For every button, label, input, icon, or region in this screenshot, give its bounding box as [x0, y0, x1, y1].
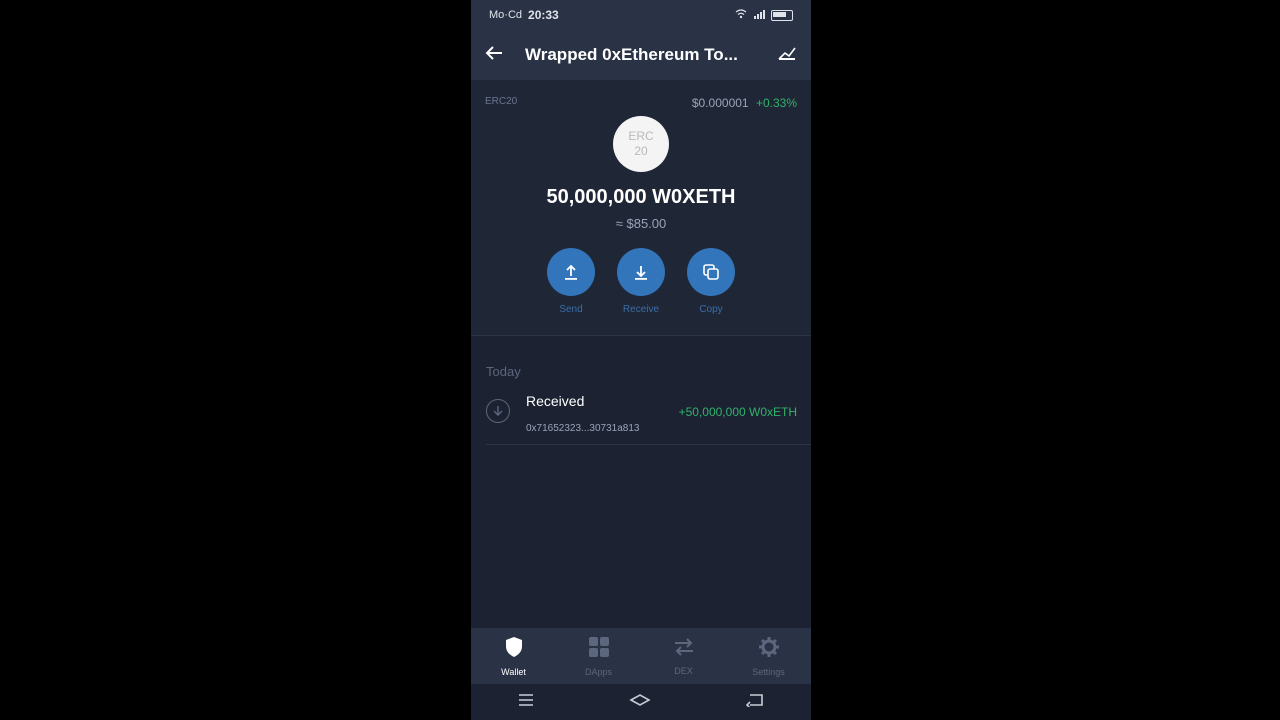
gear-icon: [758, 636, 780, 663]
transaction-type: Received: [526, 393, 585, 409]
app-bar: Wrapped 0xEthereum To...: [471, 30, 811, 80]
transaction-info: Received 0x71652323...30731a813: [526, 393, 679, 434]
status-bar: Mo·Cd 20:33: [471, 0, 811, 30]
send-label: Send: [559, 304, 583, 315]
copy-icon[interactable]: [687, 248, 735, 296]
status-time: 20:33: [528, 8, 559, 22]
nav-dapps[interactable]: DApps: [556, 628, 641, 684]
transaction-row[interactable]: Received 0x71652323...30731a813 +50,000,…: [486, 393, 811, 445]
bottom-nav: Wallet DApps DEX Settings: [471, 628, 811, 684]
token-logo: ERC 20: [613, 116, 669, 172]
menu-icon[interactable]: [518, 693, 534, 712]
action-row: Send Receive Copy: [471, 248, 811, 315]
shield-icon: [504, 636, 524, 663]
received-icon: [486, 399, 510, 423]
carrier-text: Mo·Cd: [489, 9, 523, 21]
phone-screen: Mo·Cd 20:33 Wrapped 0xEthereum To... ERC…: [471, 0, 811, 720]
send-button[interactable]: Send: [547, 248, 595, 315]
receive-label: Receive: [622, 304, 660, 315]
fiat-value: ≈ $85.00: [615, 216, 667, 231]
copy-label: Copy: [699, 304, 723, 315]
swap-icon: [673, 637, 695, 662]
receive-button[interactable]: Receive: [617, 248, 665, 315]
system-nav-bar: [471, 684, 811, 720]
back-nav-icon[interactable]: [745, 693, 764, 712]
signal-icon: [753, 9, 765, 22]
nav-wallet-label: Wallet: [501, 666, 526, 677]
nav-dex[interactable]: DEX: [641, 628, 726, 684]
wifi-icon: [735, 8, 747, 22]
home-icon[interactable]: [629, 693, 651, 712]
price-change: +0.33%: [755, 96, 797, 110]
nav-dapps-label: DApps: [584, 666, 612, 677]
back-arrow-icon[interactable]: [485, 44, 525, 67]
nav-wallet[interactable]: Wallet: [471, 628, 556, 684]
chart-icon[interactable]: [773, 45, 797, 66]
nav-dex-label: DEX: [674, 665, 693, 676]
copy-button[interactable]: Copy: [687, 248, 735, 315]
token-standard: ERC20: [485, 96, 518, 107]
upload-icon[interactable]: [547, 248, 595, 296]
nav-settings-label: Settings: [752, 666, 785, 677]
grid-icon: [588, 636, 610, 663]
battery-icon: [771, 9, 793, 21]
transaction-amount: +50,000,000 W0xETH: [678, 405, 797, 419]
logo-text-line1: ERC: [628, 129, 654, 143]
logo-text-line2: 20: [634, 144, 648, 158]
download-icon[interactable]: [617, 248, 665, 296]
nav-settings[interactable]: Settings: [726, 628, 811, 684]
transaction-section: Today Received 0x71652323...30731a813 +5…: [471, 336, 811, 445]
page-title: Wrapped 0xEthereum To...: [525, 45, 738, 64]
token-balance: 50,000,000 W0XETH: [546, 186, 736, 208]
token-header: ERC20 $0.000001 +0.33% ERC 20 50,000,000…: [471, 80, 811, 336]
price-value: $0.000001: [691, 96, 749, 110]
token-price: $0.000001 +0.33%: [692, 96, 797, 110]
transaction-address: 0x71652323...30731a813: [526, 423, 640, 434]
section-title: Today: [486, 364, 521, 379]
